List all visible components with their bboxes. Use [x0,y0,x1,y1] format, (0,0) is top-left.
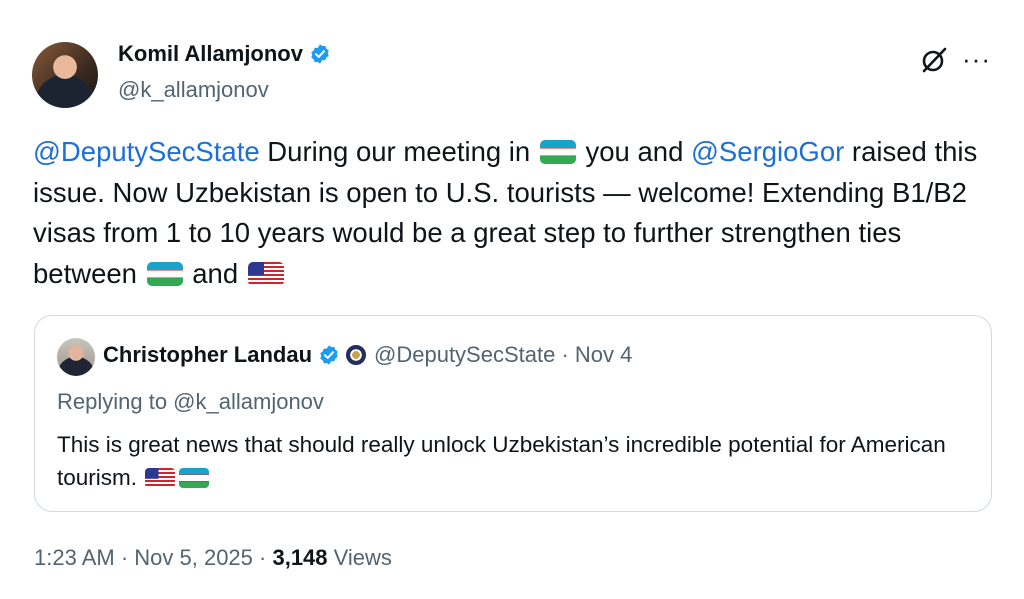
quoted-text: This is great news that should really un… [57,428,957,494]
grok-icon[interactable] [920,46,948,74]
us-flag-icon [145,468,176,488]
timestamp[interactable]: 1:23 AM · Nov 5, 2025 · [34,545,272,570]
tweet-card: Komil Allamjonov @k_allamjonov ··· @Depu… [0,0,1024,599]
verified-badge-icon [311,44,329,64]
quoted-header: Christopher Landau @DeputySecState · Nov … [103,342,632,368]
us-flag-icon [247,261,284,286]
replying-to: Replying to @k_allamjonov [57,389,324,414]
author-avatar[interactable] [32,42,98,108]
tweet-text-part2: you and [577,136,692,167]
quoted-author-name[interactable]: Christopher Landau [103,342,312,367]
quoted-handle-date[interactable]: @DeputySecState · Nov 4 [374,342,632,367]
author-name-row[interactable]: Komil Allamjonov [118,41,331,67]
mention-sergiogor[interactable]: @SergioGor [691,136,844,167]
tweet-text-part4: and [184,257,246,289]
uzbekistan-flag-icon [146,261,183,286]
mention-deputysecstate[interactable]: @DeputySecState [33,136,260,167]
uzbekistan-flag-icon [179,468,210,488]
tweet-footer: 1:23 AM · Nov 5, 2025 · 3,148 Views [34,545,392,571]
views-count: 3,148 [272,545,328,570]
views-label: Views [327,545,392,570]
author-name[interactable]: Komil Allamjonov [118,41,303,66]
tweet-text: @DeputySecState During our meeting in yo… [33,132,993,294]
more-icon[interactable]: ··· [962,44,991,75]
quoted-author-avatar[interactable] [57,338,95,376]
verified-badge-icon [320,345,338,365]
author-handle[interactable]: @k_allamjonov [118,77,269,103]
quoted-tweet[interactable]: Christopher Landau @DeputySecState · Nov … [34,315,992,512]
uzbekistan-flag-icon [539,140,576,164]
tweet-text-part1: During our meeting in [259,136,538,167]
state-department-seal-icon [346,345,367,365]
